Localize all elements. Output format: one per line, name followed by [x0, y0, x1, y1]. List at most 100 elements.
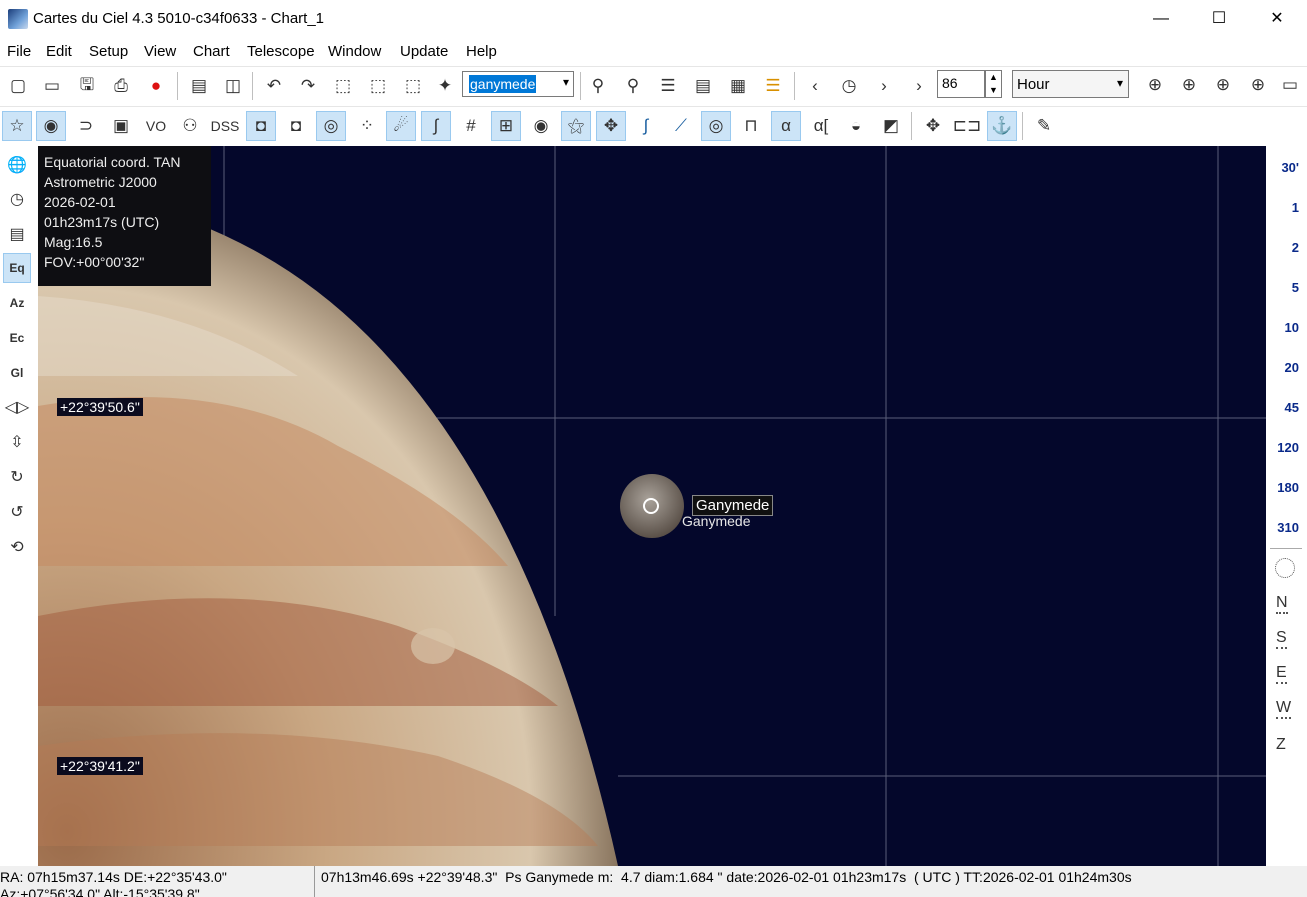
tile-windows-icon[interactable]: ◫	[218, 71, 248, 101]
undo-icon[interactable]: ↶	[259, 71, 289, 101]
telescope-abort-icon[interactable]: ⊕	[1243, 70, 1273, 100]
menu-setup[interactable]: Setup	[89, 43, 128, 60]
new-chart-icon[interactable]: ▢	[3, 71, 33, 101]
chevron-down-icon[interactable]: ▾	[1117, 76, 1123, 90]
ruler-icon[interactable]: ⊓	[736, 111, 766, 141]
redo-icon[interactable]: ↷	[293, 71, 323, 101]
close-button[interactable]: ✕	[1248, 0, 1306, 38]
target-icon[interactable]: ◎	[316, 111, 346, 141]
time-step-spinner[interactable]: ▲ ▼	[985, 70, 1002, 98]
menu-chart[interactable]: Chart	[193, 43, 230, 60]
vo-button[interactable]: VO	[141, 111, 171, 141]
horizon-icon[interactable]: ◒	[841, 111, 871, 141]
marker-icon[interactable]: ⚲	[618, 71, 648, 101]
panel-icon[interactable]: ▤	[3, 219, 31, 249]
chevron-down-icon[interactable]: ▾	[563, 75, 569, 89]
alpha-button[interactable]: α	[771, 111, 801, 141]
notes-icon[interactable]: ▤	[688, 71, 718, 101]
south-button[interactable]: S	[1276, 629, 1287, 649]
move-icon[interactable]: ✥	[918, 111, 948, 141]
menu-file[interactable]: File	[7, 43, 31, 60]
clock-icon[interactable]: ◷	[834, 71, 864, 101]
fov-1-button[interactable]: 1	[1292, 200, 1299, 215]
fov-2-button[interactable]: 2	[1292, 240, 1299, 255]
flip-horizontal-icon[interactable]: ◁▷	[3, 392, 31, 422]
nebula-icon[interactable]: ◉	[36, 111, 66, 141]
menu-update[interactable]: Update	[400, 43, 448, 60]
galactic-projection-icon[interactable]: Gl	[3, 358, 31, 388]
object-search-combo[interactable]: ganymede ▾	[462, 71, 574, 97]
list-icon[interactable]: ☰	[653, 71, 683, 101]
circle-target-icon[interactable]: ◎	[701, 111, 731, 141]
grid-icon[interactable]: #	[456, 111, 486, 141]
rotate-right-icon[interactable]: ↻	[3, 462, 31, 492]
flip-vertical-icon[interactable]: ⇳	[3, 427, 31, 457]
object-list-icon[interactable]: ☰	[758, 71, 788, 101]
altaz-projection-icon[interactable]: Az	[3, 288, 31, 318]
single-window-icon[interactable]: ▤	[184, 71, 214, 101]
camera-frame-icon[interactable]: ◘	[246, 111, 276, 141]
star-icon[interactable]: ☆	[2, 111, 32, 141]
menu-telescope[interactable]: Telescope	[247, 43, 315, 60]
constellation-icon[interactable]: ⚝	[561, 111, 591, 141]
milky-way-icon[interactable]: ∫	[631, 111, 661, 141]
image-icon[interactable]: ▣	[106, 111, 136, 141]
constellation-boundary-icon[interactable]: ✥	[596, 111, 626, 141]
ground-icon[interactable]: ◩	[876, 111, 906, 141]
telescope-sync-icon[interactable]: ⊕	[1208, 70, 1238, 100]
telescope-goto-icon[interactable]: ⊕	[1174, 70, 1204, 100]
fov-45-button[interactable]: 45	[1285, 400, 1299, 415]
window-layout-icon[interactable]: ▭	[1275, 70, 1305, 100]
sky-chart[interactable]: Ganymede	[38, 146, 1266, 866]
user-objects-icon[interactable]: ⚇	[175, 111, 205, 141]
time-unit-select[interactable]: Hour ▾	[1012, 70, 1129, 98]
open-folder-icon[interactable]: ▭	[37, 71, 67, 101]
north-button[interactable]: N	[1276, 594, 1288, 614]
step-forward-icon[interactable]: ›	[904, 71, 934, 101]
east-button[interactable]: E	[1276, 664, 1287, 684]
time-forward-icon[interactable]: ›	[869, 71, 899, 101]
time-back-icon[interactable]: ‹	[800, 71, 830, 101]
select-area-icon[interactable]: ⬚	[398, 71, 428, 101]
minimize-button[interactable]: —	[1132, 0, 1190, 38]
fov-5-button[interactable]: 5	[1292, 280, 1299, 295]
link-icon[interactable]: ⊏⊐	[952, 111, 982, 141]
compass-icon[interactable]: ◉	[526, 111, 556, 141]
sparkle-icon[interactable]: ⁘	[352, 111, 382, 141]
lines-icon[interactable]: ⊃	[71, 111, 101, 141]
equatorial-projection-icon[interactable]: Eq	[3, 253, 31, 283]
asteroid-path-icon[interactable]: ⟋	[666, 111, 696, 141]
clock-icon[interactable]: ◷	[3, 184, 31, 214]
location-pin-icon[interactable]: ●	[141, 71, 171, 101]
fov-10-button[interactable]: 10	[1285, 320, 1299, 335]
fov-120-button[interactable]: 120	[1277, 440, 1299, 455]
maximize-button[interactable]: ☐	[1190, 0, 1248, 38]
menu-edit[interactable]: Edit	[46, 43, 72, 60]
menu-view[interactable]: View	[144, 43, 176, 60]
print-icon[interactable]: ⎙	[106, 71, 136, 101]
menu-help[interactable]: Help	[466, 43, 497, 60]
telescope-connect-icon[interactable]: ⊕	[1140, 70, 1170, 100]
zoom-out-icon[interactable]: ⬚	[363, 71, 393, 101]
menu-window[interactable]: Window	[328, 43, 381, 60]
camera-refresh-icon[interactable]: ◘	[281, 111, 311, 141]
calendar-icon[interactable]: ▦	[723, 71, 753, 101]
time-step-input[interactable]: 86	[937, 70, 985, 98]
fov-310-button[interactable]: 310	[1277, 520, 1299, 535]
fov-30-arcmin-button[interactable]: 30'	[1281, 160, 1299, 175]
object-search-value[interactable]: ganymede	[469, 75, 537, 93]
fov-180-button[interactable]: 180	[1277, 480, 1299, 495]
anchor-icon[interactable]: ⚓	[987, 111, 1017, 141]
stars-icon[interactable]: ✦	[430, 71, 460, 101]
west-button[interactable]: W	[1276, 699, 1292, 719]
all-sky-icon[interactable]	[1275, 558, 1295, 578]
dss-button[interactable]: DSS	[210, 111, 240, 141]
comet-icon[interactable]: ☄	[386, 111, 416, 141]
save-icon[interactable]: 🖫	[72, 71, 102, 101]
zenith-button[interactable]: Z	[1276, 736, 1286, 754]
ecliptic-projection-icon[interactable]: Ec	[3, 323, 31, 353]
rotate-left-icon[interactable]: ↺	[3, 497, 31, 527]
eraser-icon[interactable]: ✎	[1029, 111, 1059, 141]
rotate-reset-icon[interactable]: ⟲	[3, 532, 31, 562]
alpha-label-button[interactable]: α[	[806, 111, 836, 141]
